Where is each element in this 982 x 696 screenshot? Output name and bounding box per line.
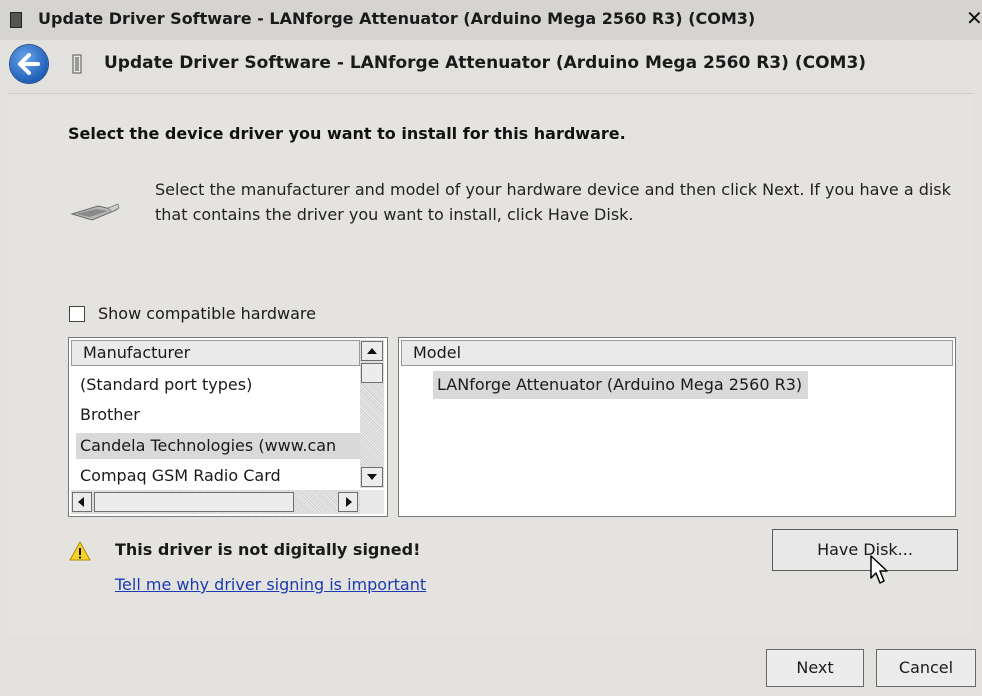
- vertical-scroll-thumb[interactable]: [361, 363, 383, 383]
- scroll-up-button[interactable]: [361, 341, 383, 361]
- scroll-down-button[interactable]: [361, 467, 383, 487]
- list-item[interactable]: Compaq GSM Radio Card: [80, 463, 356, 489]
- model-list[interactable]: Model LANforge Attenuator (Arduino Mega …: [398, 337, 956, 517]
- serial-port-icon: [70, 203, 120, 221]
- triangle-left-icon: [78, 497, 84, 507]
- scroll-left-button[interactable]: [72, 492, 92, 512]
- horizontal-scroll-thumb[interactable]: [94, 492, 294, 512]
- cancel-button[interactable]: Cancel: [876, 649, 976, 687]
- close-icon[interactable]: ✕: [966, 8, 982, 28]
- list-item-selected[interactable]: Candela Technologies (www.can: [76, 433, 360, 459]
- list-item-selected[interactable]: LANforge Attenuator (Arduino Mega 2560 R…: [433, 371, 809, 399]
- driver-signing-link[interactable]: Tell me why driver signing is important: [115, 575, 426, 594]
- update-driver-window: Update Driver Software - LANforge Attenu…: [0, 0, 982, 696]
- vertical-scrollbar[interactable]: [360, 340, 384, 488]
- title-bar[interactable]: Update Driver Software - LANforge Attenu…: [0, 0, 982, 40]
- instruction-text: Select the manufacturer and model of you…: [155, 180, 951, 224]
- manufacturer-header[interactable]: Manufacturer: [71, 340, 360, 366]
- back-button[interactable]: [10, 45, 48, 83]
- scrollbar-corner: [360, 490, 384, 514]
- usb-device-icon: [72, 54, 82, 74]
- window-title: Update Driver Software - LANforge Attenu…: [38, 9, 756, 28]
- triangle-right-icon: [346, 497, 352, 507]
- next-button[interactable]: Next: [766, 649, 864, 687]
- wizard-title: Update Driver Software - LANforge Attenu…: [104, 53, 867, 73]
- have-disk-button[interactable]: Have Disk...: [772, 529, 958, 571]
- list-item[interactable]: Brother: [80, 402, 356, 428]
- horizontal-scrollbar[interactable]: [71, 490, 360, 514]
- model-header[interactable]: Model: [401, 340, 953, 366]
- manufacturer-list[interactable]: Manufacturer (Standard port types) Broth…: [68, 337, 388, 517]
- warning-text: This driver is not digitally signed!: [115, 540, 421, 559]
- triangle-up-icon: [367, 348, 377, 354]
- show-compatible-checkbox[interactable]: [69, 306, 85, 322]
- page-heading: Select the device driver you want to ins…: [68, 124, 626, 143]
- list-item[interactable]: (Standard port types): [80, 372, 356, 398]
- device-icon: [10, 12, 22, 28]
- warning-icon: [69, 541, 91, 561]
- mouse-cursor-icon: [870, 555, 888, 584]
- show-compatible-label: Show compatible hardware: [98, 304, 316, 323]
- triangle-down-icon: [367, 474, 377, 480]
- back-arrow-icon: [18, 53, 40, 75]
- scroll-right-button[interactable]: [338, 492, 358, 512]
